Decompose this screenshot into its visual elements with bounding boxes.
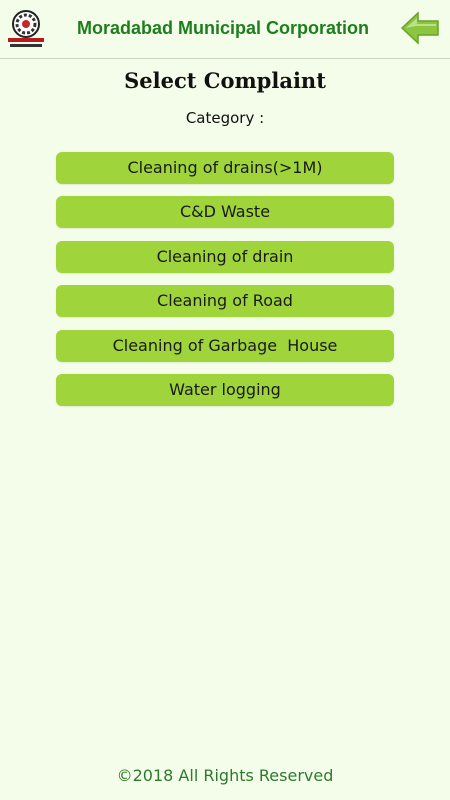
screen: Moradabad Municipal Corporation Select C… [0,0,450,800]
copyright-footer: ©2018 All Rights Reserved [116,766,334,785]
complaint-cleaning-road-button[interactable]: Cleaning of Road [56,285,394,318]
category-label: Category : [185,109,265,127]
municipal-emblem-icon [8,10,44,47]
complaint-water-logging-button[interactable]: Water logging [56,373,394,406]
complaint-list: Cleaning of drains(>1M) C&D Waste Cleani… [56,152,394,418]
complaint-cleaning-drains-1m-button[interactable]: Cleaning of drains(>1M) [56,152,394,184]
back-button[interactable] [400,10,440,46]
app-title: Moradabad Municipal Corporation [76,18,369,38]
arrow-left-icon [400,11,439,45]
complaint-cleaning-drain-button[interactable]: Cleaning of drain [56,240,394,273]
page-title: Select Complaint [124,68,326,93]
complaint-cleaning-garbage-house-button[interactable]: Cleaning of Garbage House [56,329,394,362]
complaint-cd-waste-button[interactable]: C&D Waste [56,196,394,229]
app-header: Moradabad Municipal Corporation [0,0,450,59]
